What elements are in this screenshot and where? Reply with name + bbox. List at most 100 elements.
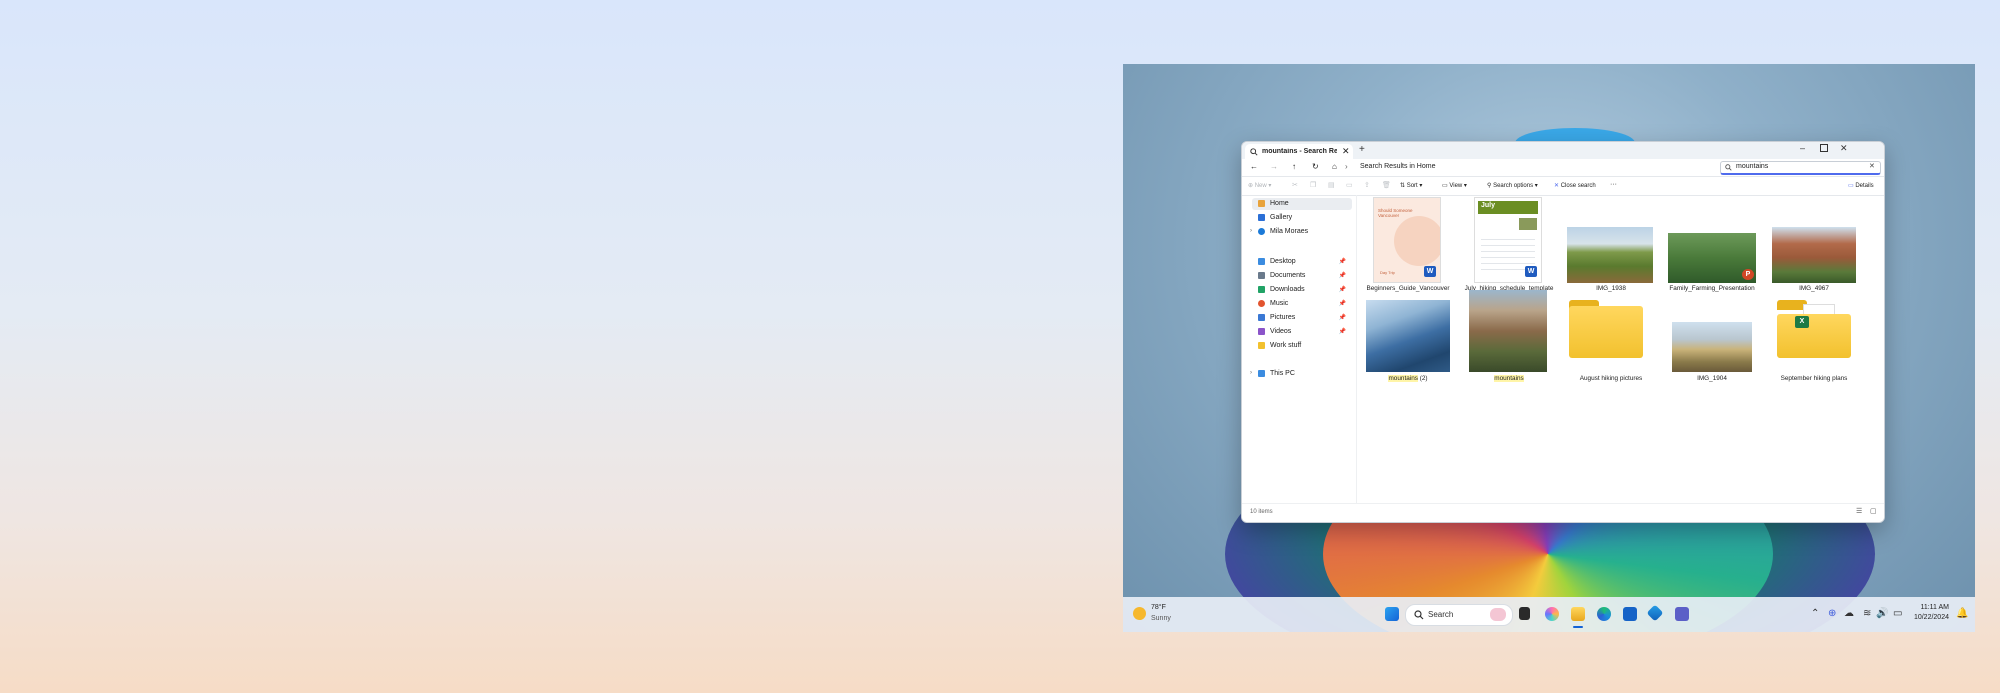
desktop: mountains - Search Results i ✕ + – ✕ ← →… xyxy=(1123,64,1975,632)
item-count: 10 items xyxy=(1250,509,1273,515)
edge-icon[interactable] xyxy=(1597,607,1611,621)
copilot-icon[interactable] xyxy=(1545,607,1559,621)
outlook-icon[interactable] xyxy=(1646,604,1664,622)
powerpoint-icon: P xyxy=(1742,269,1754,280)
file-name: September hiking plans xyxy=(1780,375,1848,382)
document-thumbnail: July W xyxy=(1474,197,1542,283)
sort-button[interactable]: ⇅ Sort ▾ xyxy=(1400,182,1422,189)
sidebar-item-videos[interactable]: Videos 📌 xyxy=(1252,326,1352,338)
clear-search-icon[interactable]: ✕ xyxy=(1869,162,1875,170)
sidebar-item-work-stuff[interactable]: Work stuff xyxy=(1252,340,1352,352)
music-icon xyxy=(1258,300,1265,307)
close-search-button[interactable]: ✕ Close search xyxy=(1554,182,1596,189)
home-breadcrumb-icon[interactable]: ⌂ xyxy=(1332,162,1337,171)
documents-icon xyxy=(1258,272,1265,279)
pin-icon: 📌 xyxy=(1338,287,1346,293)
word-icon: W xyxy=(1424,266,1436,277)
minimize-button[interactable]: – xyxy=(1800,143,1805,153)
sidebar-item-onedrive[interactable]: › Mila Moraes xyxy=(1250,226,1352,238)
show-hidden-icons-chevron-icon[interactable]: ⌃ xyxy=(1811,608,1819,619)
wifi-icon[interactable]: ≋ xyxy=(1863,608,1871,619)
new-tab-button[interactable]: + xyxy=(1359,144,1365,155)
store-icon[interactable] xyxy=(1623,607,1637,621)
up-arrow-icon[interactable]: ↑ xyxy=(1292,162,1296,171)
sidebar-item-gallery[interactable]: Gallery xyxy=(1252,212,1352,224)
tab-search-results[interactable]: mountains - Search Results i ✕ xyxy=(1245,144,1353,159)
file-item[interactable]: mountains xyxy=(1459,290,1559,400)
file-item[interactable]: P Family_Farming_Presentation xyxy=(1662,197,1762,297)
back-arrow-icon[interactable]: ← xyxy=(1250,162,1258,171)
delete-icon[interactable]: 🗑 xyxy=(1382,181,1391,189)
tab-title: mountains - Search Results i xyxy=(1262,148,1337,155)
network-status-icon[interactable]: ⊕ xyxy=(1828,608,1836,619)
clock-time[interactable]: 11:11 AM xyxy=(1913,604,1949,611)
sidebar-item-desktop[interactable]: Desktop 📌 xyxy=(1252,256,1352,268)
image-thumbnail xyxy=(1772,227,1856,283)
file-item[interactable]: July W July_hiking_schedule_template xyxy=(1459,197,1559,297)
teams-icon[interactable] xyxy=(1675,607,1689,621)
sidebar-item-documents[interactable]: Documents 📌 xyxy=(1252,270,1352,282)
desktop-icon xyxy=(1258,258,1265,265)
tiles-view-icon[interactable]: ▢ xyxy=(1870,507,1877,515)
file-item[interactable]: Should Someone Vancouver Day Trip W Begi… xyxy=(1358,197,1458,297)
notification-bell-icon[interactable]: 🔔 xyxy=(1956,608,1968,619)
tab-close-icon[interactable]: ✕ xyxy=(1342,146,1350,157)
weather-desc[interactable]: Sunny xyxy=(1151,615,1171,622)
sidebar-item-home[interactable]: Home xyxy=(1252,198,1352,210)
weather-sun-icon[interactable] xyxy=(1133,607,1146,620)
document-thumbnail: Should Someone Vancouver Day Trip W xyxy=(1373,197,1441,283)
task-view-icon[interactable] xyxy=(1519,607,1530,620)
battery-icon[interactable]: ▭ xyxy=(1893,608,1902,619)
weather-temp[interactable]: 78°F xyxy=(1151,604,1166,611)
pin-icon: 📌 xyxy=(1338,273,1346,279)
command-bar: ⊕ New ▾ ✂ ❐ ▤ ▭ ⇪ 🗑 ⇅ Sort ▾ ▭ View ▾ ⚲ … xyxy=(1242,177,1884,196)
file-item[interactable]: IMG_4967 xyxy=(1764,197,1864,297)
image-thumbnail xyxy=(1469,290,1547,372)
paste-icon[interactable]: ▤ xyxy=(1328,181,1335,189)
breadcrumb[interactable]: Search Results in Home xyxy=(1360,163,1435,170)
file-item[interactable]: X September hiking plans xyxy=(1764,300,1864,400)
pin-icon: 📌 xyxy=(1338,301,1346,307)
cut-icon[interactable]: ✂ xyxy=(1292,181,1298,189)
refresh-icon[interactable]: ↻ xyxy=(1312,162,1319,171)
folder-icon xyxy=(1258,342,1265,349)
forward-arrow-icon[interactable]: → xyxy=(1270,162,1278,171)
excel-icon: X xyxy=(1795,316,1809,328)
details-view-icon[interactable]: ☰ xyxy=(1856,507,1862,515)
onedrive-icon xyxy=(1258,228,1265,235)
new-button[interactable]: ⊕ New ▾ xyxy=(1248,182,1271,189)
rename-icon[interactable]: ▭ xyxy=(1346,181,1353,189)
expand-chevron-icon[interactable]: › xyxy=(1250,228,1252,234)
clock-date[interactable]: 10/22/2024 xyxy=(1909,614,1949,621)
sidebar-item-pictures[interactable]: Pictures 📌 xyxy=(1252,312,1352,324)
share-icon[interactable]: ⇪ xyxy=(1364,181,1370,189)
file-explorer-icon[interactable] xyxy=(1571,607,1585,621)
file-item[interactable]: mountains (2) xyxy=(1358,300,1458,400)
onedrive-cloud-icon[interactable]: ☁ xyxy=(1844,608,1854,619)
more-options-button[interactable]: ··· xyxy=(1610,181,1617,188)
search-input[interactable]: mountains ✕ xyxy=(1720,161,1881,175)
search-field-icon xyxy=(1725,164,1732,171)
expand-chevron-icon[interactable]: › xyxy=(1250,370,1252,376)
start-button[interactable] xyxy=(1385,607,1399,621)
volume-icon[interactable]: 🔊 xyxy=(1876,608,1888,619)
search-icon xyxy=(1414,610,1424,620)
details-button[interactable]: ▭ Details xyxy=(1848,182,1874,189)
view-button[interactable]: ▭ View ▾ xyxy=(1442,182,1467,189)
navigation-bar: ← → ↑ ↻ ⌂ › Search Results in Home mount… xyxy=(1242,159,1884,177)
file-item[interactable]: August hiking pictures xyxy=(1561,300,1661,400)
copy-icon[interactable]: ❐ xyxy=(1310,181,1316,189)
search-options-button[interactable]: ⚲ Search options ▾ xyxy=(1487,182,1538,189)
file-item[interactable]: IMG_1904 xyxy=(1662,300,1762,400)
sidebar-item-this-pc[interactable]: › This PC xyxy=(1250,368,1352,380)
sidebar-item-music[interactable]: Music 📌 xyxy=(1252,298,1352,310)
close-button[interactable]: ✕ xyxy=(1840,143,1848,154)
file-item[interactable]: IMG_1938 xyxy=(1561,197,1661,297)
taskbar-search-box[interactable]: Search xyxy=(1405,604,1513,626)
maximize-button[interactable] xyxy=(1820,144,1828,152)
sidebar-item-downloads[interactable]: Downloads 📌 xyxy=(1252,284,1352,296)
home-icon xyxy=(1258,200,1265,207)
downloads-icon xyxy=(1258,286,1265,293)
word-icon: W xyxy=(1525,266,1537,277)
file-name: mountains (2) xyxy=(1388,375,1428,382)
